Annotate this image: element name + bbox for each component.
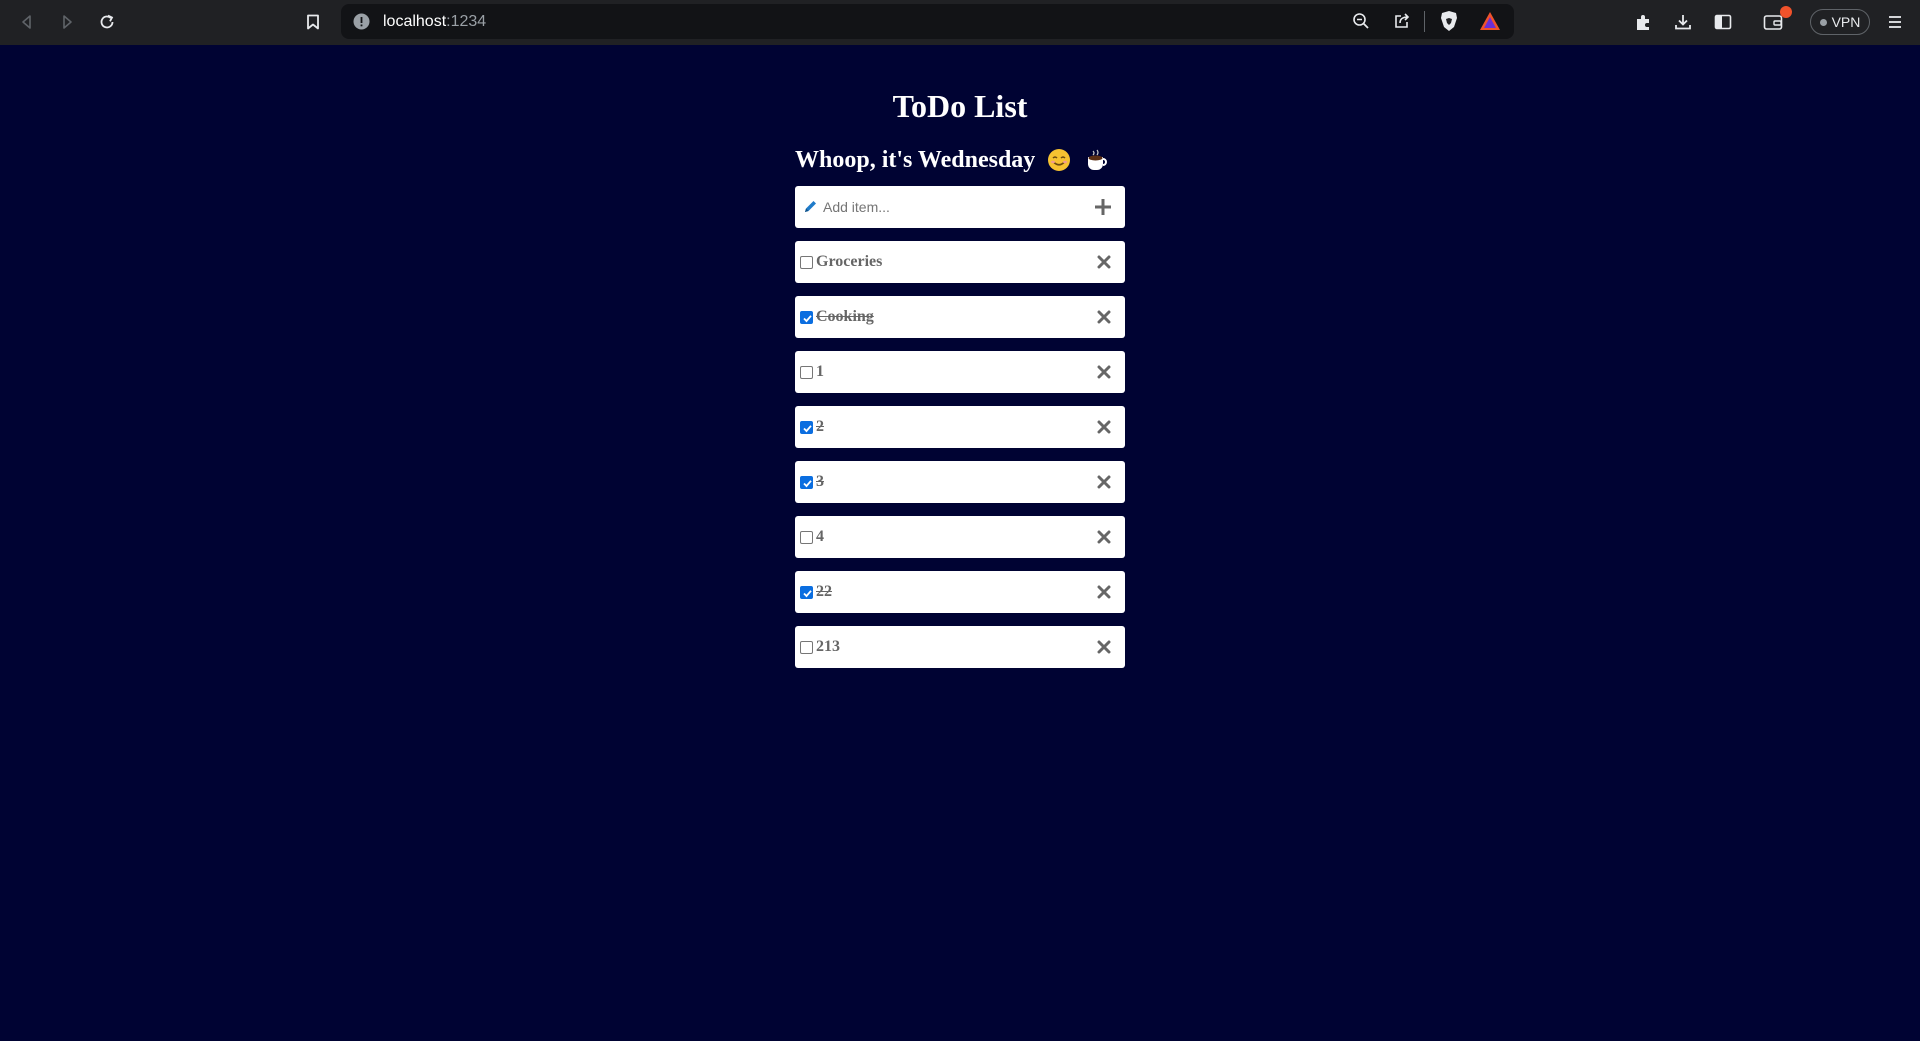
site-info-icon[interactable] xyxy=(353,13,370,30)
close-icon[interactable] xyxy=(1097,475,1111,489)
url-text[interactable]: localhost:1234 xyxy=(383,13,486,31)
close-icon[interactable] xyxy=(1097,310,1111,324)
todo-label: 3 xyxy=(816,473,824,490)
todo-checkbox[interactable] xyxy=(800,311,813,324)
menu-icon[interactable] xyxy=(1882,9,1908,35)
url-host: localhost xyxy=(383,13,447,30)
todo-item: Groceries xyxy=(795,241,1125,283)
url-port: :1234 xyxy=(446,13,487,30)
vpn-button[interactable]: VPN xyxy=(1810,9,1870,35)
todo-checkbox[interactable] xyxy=(800,256,813,269)
day-header-text: Whoop, it's Wednesday xyxy=(795,147,1036,173)
todo-checkbox[interactable] xyxy=(800,476,813,489)
extensions-icon[interactable] xyxy=(1630,9,1656,35)
download-icon[interactable] xyxy=(1670,9,1696,35)
todo-item: Cooking xyxy=(795,296,1125,338)
todo-label: 1 xyxy=(816,363,824,380)
bookmark-icon[interactable] xyxy=(300,9,326,35)
todo-label: Groceries xyxy=(816,253,883,270)
vpn-status-dot xyxy=(1819,18,1827,26)
todo-label: 213 xyxy=(816,638,840,655)
pen-icon xyxy=(805,201,816,212)
todo-item: 4 xyxy=(795,516,1125,558)
close-icon[interactable] xyxy=(1097,640,1111,654)
todo-label: 2 xyxy=(816,418,824,435)
plus-icon[interactable] xyxy=(1094,198,1112,216)
zoom-icon[interactable] xyxy=(1348,8,1374,34)
close-icon[interactable] xyxy=(1097,530,1111,544)
day-header: Whoop, it's Wednesday xyxy=(795,144,1109,176)
close-icon[interactable] xyxy=(1097,585,1111,599)
add-item-input[interactable] xyxy=(823,194,1083,220)
address-bar[interactable]: localhost:1234 xyxy=(341,4,1514,39)
vpn-label: VPN xyxy=(1831,14,1861,30)
todo-list: Groceries Cooking 1 2 3 4 22 213 xyxy=(795,241,1125,681)
todo-checkbox[interactable] xyxy=(800,531,813,544)
todo-checkbox[interactable] xyxy=(800,586,813,599)
forward-icon[interactable] xyxy=(54,9,80,35)
todo-checkbox[interactable] xyxy=(800,421,813,434)
sidebar-icon[interactable] xyxy=(1710,9,1736,35)
close-icon[interactable] xyxy=(1097,420,1111,434)
toolbar-divider xyxy=(1424,11,1425,32)
todo-checkbox[interactable] xyxy=(800,366,813,379)
page-title: ToDo List xyxy=(892,88,1028,124)
check-icon xyxy=(803,315,812,323)
brave-shields-icon[interactable] xyxy=(1436,8,1462,34)
todo-label: 22 xyxy=(816,583,832,600)
close-icon[interactable] xyxy=(1097,255,1111,269)
todo-label: 4 xyxy=(816,528,824,545)
browser-toolbar: localhost:1234 VPN xyxy=(0,0,1920,45)
todo-label: Cooking xyxy=(816,308,874,325)
todo-item: 1 xyxy=(795,351,1125,393)
notification-badge xyxy=(1780,6,1792,18)
todo-item: 22 xyxy=(795,571,1125,613)
todo-item: 3 xyxy=(795,461,1125,503)
todo-item: 2 xyxy=(795,406,1125,448)
coffee-emoji-icon xyxy=(1088,149,1108,170)
close-icon[interactable] xyxy=(1097,365,1111,379)
reload-icon[interactable] xyxy=(94,9,120,35)
add-item-row xyxy=(795,186,1125,228)
check-icon xyxy=(803,425,812,433)
todo-item: 213 xyxy=(795,626,1125,668)
check-icon xyxy=(803,590,812,598)
share-icon[interactable] xyxy=(1389,8,1415,34)
brave-rewards-icon[interactable] xyxy=(1477,8,1503,34)
back-icon[interactable] xyxy=(14,9,40,35)
todo-checkbox[interactable] xyxy=(800,641,813,654)
check-icon xyxy=(803,480,812,488)
smile-emoji-icon xyxy=(1048,149,1071,171)
